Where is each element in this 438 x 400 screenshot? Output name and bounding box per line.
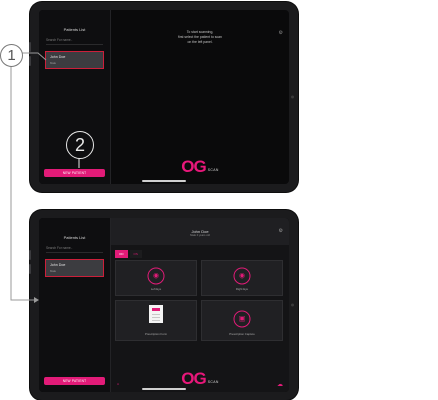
scan-panel: John Doe Male 0 years old ⚙ OD OS ◉ Left… [111, 218, 289, 392]
tile-label: Prescription Capture [229, 332, 255, 336]
home-indicator [142, 180, 186, 182]
eye-scan-icon: ◉ [233, 267, 251, 285]
patient-name: John Doe [50, 55, 66, 59]
prescription-form-tile[interactable]: Prescription Form [115, 300, 197, 341]
tab-od[interactable]: OD [115, 250, 128, 258]
tile-label: Right Eye [235, 287, 249, 291]
tablet-frame-1: Patients List Search For name.. John Doe… [29, 2, 298, 192]
settings-icon[interactable]: ⚙ [279, 228, 283, 234]
new-patient-button[interactable]: NEW PATIENT [44, 377, 105, 385]
patients-sidebar: Patients List Search For name.. John Doe… [39, 218, 111, 392]
prescription-capture-tile[interactable]: ▣ Prescription Capture [201, 300, 283, 341]
screen-2: Patients List Search For name.. John Doe… [39, 218, 289, 392]
right-eye-tile[interactable]: ◉ Right Eye [201, 260, 283, 296]
patient-search-input[interactable]: Search For name.. [46, 246, 103, 253]
scan-hint: To start scanning, first select the pati… [111, 30, 289, 45]
patient-header: John Doe Male 0 years old ⚙ [111, 218, 289, 245]
logo-og: OG [181, 157, 206, 176]
patient-list-item[interactable]: John Doe Male [45, 259, 104, 277]
form-line [152, 317, 160, 318]
form-icon [149, 305, 163, 323]
step-callout-1: 1 [0, 44, 23, 67]
volume-button [29, 56, 31, 66]
main-panel: To start scanning, first select the pati… [111, 10, 289, 184]
settings-icon[interactable]: ⚙ [279, 30, 283, 36]
og-scan-logo: OG SCAN [181, 157, 219, 176]
patient-name: John Doe [50, 263, 66, 267]
volume-button [29, 42, 31, 52]
tab-os[interactable]: OS [129, 250, 142, 258]
cloud-icon[interactable]: ☁ [277, 381, 283, 388]
logo-og: OG [181, 369, 206, 388]
eye-tabs: OD OS [115, 250, 144, 258]
form-line [152, 320, 160, 321]
patient-list-item[interactable]: John Doe Male [45, 51, 104, 69]
camera-dot [291, 303, 294, 307]
sidebar-title: Patients List [63, 27, 86, 32]
og-scan-logo: OG SCAN [181, 369, 219, 388]
folder-icon[interactable]: ▫ [117, 382, 119, 388]
tile-label: Prescription Form [144, 332, 168, 336]
left-eye-tile[interactable]: ◉ Left Eye [115, 260, 197, 296]
volume-button [29, 250, 31, 260]
patient-search-input[interactable]: Search For name.. [46, 38, 103, 45]
patient-sub: Male [50, 269, 57, 273]
header-patient-sub: Male 0 years old [190, 234, 210, 237]
step-callout-2: 2 [66, 131, 94, 159]
new-patient-button[interactable]: NEW PATIENT [44, 169, 105, 177]
logo-scan: SCAN [207, 168, 219, 172]
logo-scan: SCAN [207, 380, 219, 384]
sidebar-title: Patients List [63, 235, 86, 240]
tablet-frame-2: Patients List Search For name.. John Doe… [29, 210, 298, 400]
hint-line: on the left panel. [187, 40, 213, 44]
home-indicator [142, 388, 186, 390]
camera-icon: ▣ [233, 309, 251, 327]
volume-button [29, 264, 31, 274]
eye-scan-icon: ◉ [147, 267, 165, 285]
form-line [152, 314, 160, 315]
camera-dot [291, 95, 294, 99]
tile-label: Left Eye [150, 287, 162, 291]
patient-sub: Male [50, 61, 57, 65]
